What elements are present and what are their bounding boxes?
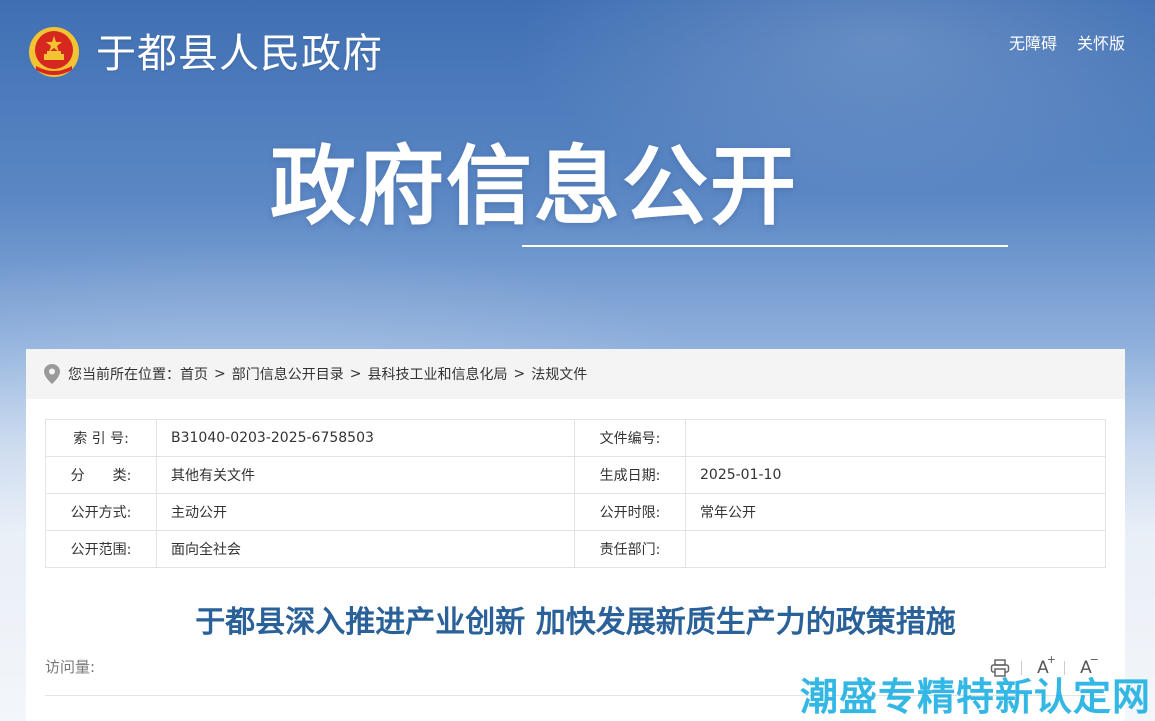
accessibility-link[interactable]: 无障碍 bbox=[1009, 33, 1057, 55]
breadcrumb-separator: > bbox=[349, 366, 362, 382]
top-links: 无障碍 关怀版 bbox=[1009, 33, 1125, 55]
banner-underline bbox=[522, 245, 1008, 247]
tool-divider bbox=[1064, 661, 1065, 675]
disclosure-scope-value: 面向全社会 bbox=[156, 530, 575, 568]
category-value: 其他有关文件 bbox=[156, 456, 575, 494]
table-row: 公开方式: 主动公开 公开时限: 常年公开 bbox=[45, 493, 1106, 531]
table-row: 索 引 号: B31040-0203-2025-6758503 文件编号: bbox=[45, 419, 1106, 457]
category-label: 分 类: bbox=[45, 456, 157, 494]
document-metadata-table: 索 引 号: B31040-0203-2025-6758503 文件编号: 分 … bbox=[45, 419, 1106, 568]
breadcrumb: 您当前所在位置： 首页 > 部门信息公开目录 > 县科技工业和信息化局 > 法规… bbox=[26, 349, 1125, 399]
breadcrumb-regulations[interactable]: 法规文件 bbox=[531, 364, 587, 384]
plus-sign: + bbox=[1046, 653, 1056, 666]
banner-title: 政府信息公开 bbox=[270, 137, 798, 237]
created-date-value: 2025-01-10 bbox=[685, 456, 1106, 494]
breadcrumb-home[interactable]: 首页 bbox=[180, 364, 208, 384]
disclosure-method-value: 主动公开 bbox=[156, 493, 575, 531]
site-name[interactable]: 于都县人民政府 bbox=[96, 28, 383, 80]
minus-sign: − bbox=[1089, 653, 1099, 666]
document-number-value bbox=[685, 419, 1106, 457]
elderly-mode-link[interactable]: 关怀版 bbox=[1077, 33, 1125, 55]
table-row: 公开范围: 面向全社会 责任部门: bbox=[45, 530, 1106, 568]
disclosure-period-label: 公开时限: bbox=[574, 493, 686, 531]
tool-divider bbox=[1021, 661, 1022, 675]
breadcrumb-bureau[interactable]: 县科技工业和信息化局 bbox=[367, 364, 507, 384]
disclosure-scope-label: 公开范围: bbox=[45, 530, 157, 568]
national-emblem-icon[interactable] bbox=[28, 26, 80, 78]
disclosure-period-value: 常年公开 bbox=[685, 493, 1106, 531]
breadcrumb-separator: > bbox=[513, 366, 526, 382]
breadcrumb-label: 您当前所在位置： bbox=[68, 367, 180, 383]
disclosure-method-label: 公开方式: bbox=[45, 493, 157, 531]
breadcrumb-department-catalog[interactable]: 部门信息公开目录 bbox=[232, 364, 344, 384]
content-panel: 您当前所在位置： 首页 > 部门信息公开目录 > 县科技工业和信息化局 > 法规… bbox=[26, 349, 1125, 721]
document-number-label: 文件编号: bbox=[574, 419, 686, 457]
created-date-label: 生成日期: bbox=[574, 456, 686, 494]
document-title: 于都县深入推进产业创新 加快发展新质生产力的政策措施 bbox=[195, 605, 956, 640]
index-number-value: B31040-0203-2025-6758503 bbox=[156, 419, 575, 457]
location-pin-icon bbox=[44, 364, 60, 384]
visit-count-label: 访问量: bbox=[45, 658, 96, 676]
index-number-label: 索 引 号: bbox=[45, 419, 157, 457]
breadcrumb-separator: > bbox=[214, 366, 226, 382]
table-row: 分 类: 其他有关文件 生成日期: 2025-01-10 bbox=[45, 456, 1106, 494]
watermark: 潮盛专精特新认定网 bbox=[800, 675, 1152, 719]
responsible-department-value bbox=[685, 530, 1106, 568]
responsible-department-label: 责任部门: bbox=[574, 530, 686, 568]
